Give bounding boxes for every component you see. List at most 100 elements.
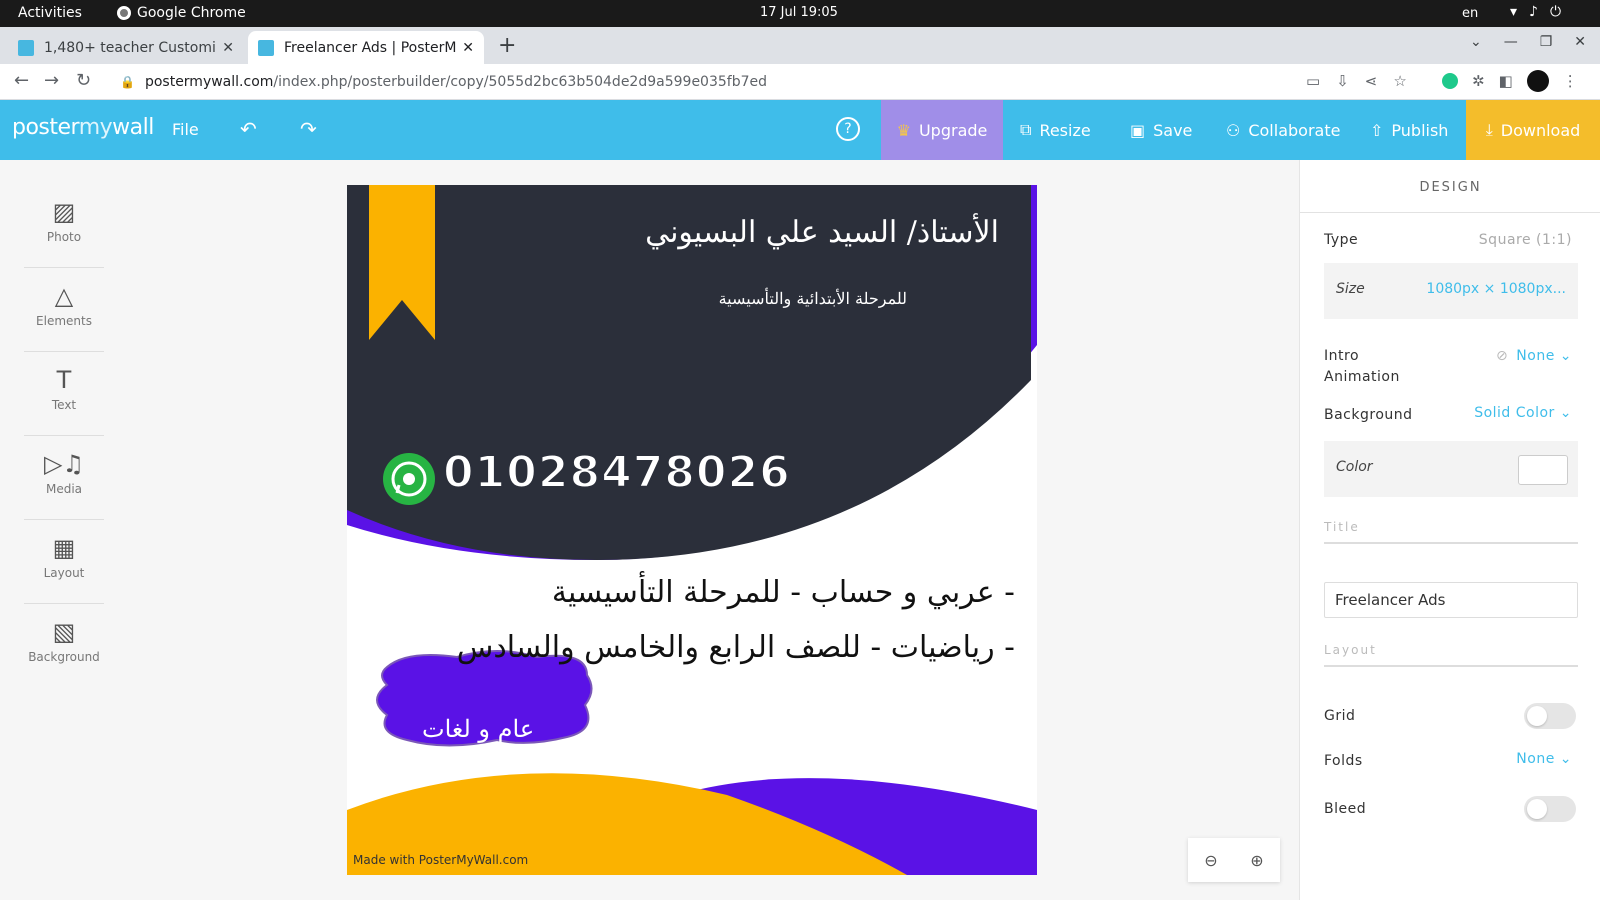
tab-teacher[interactable]: 1,480+ teacher Customiza ✕: [8, 31, 244, 64]
text-icon: T: [56, 366, 72, 394]
tab-bar: 1,480+ teacher Customiza ✕ Freelancer Ad…: [0, 27, 1600, 64]
postermywall-logo[interactable]: postermywall: [12, 115, 154, 140]
resize-button[interactable]: ⧉ Resize: [1020, 100, 1091, 160]
forward-icon[interactable]: →: [44, 70, 59, 91]
chevron-down-icon: ⌄: [1559, 348, 1572, 364]
activities-button[interactable]: Activities: [18, 5, 82, 21]
tool-label: Photo: [46, 230, 82, 244]
bleed-toggle[interactable]: [1524, 796, 1576, 822]
layout-icon: ▦: [52, 534, 76, 562]
crown-icon: ♛: [896, 120, 911, 140]
collaborate-button[interactable]: ⚇ Collaborate: [1226, 100, 1340, 160]
redo-icon[interactable]: ↷: [300, 117, 317, 141]
resize-icon: ⧉: [1020, 120, 1032, 139]
new-tab-button[interactable]: +: [498, 33, 516, 58]
grammarly-icon[interactable]: [1442, 73, 1458, 89]
stage-subtitle-text[interactable]: للمرحلة الأبتدائية والتأسيسية: [719, 289, 907, 308]
phone-number-text[interactable]: 01028478026: [442, 446, 791, 499]
tool-text[interactable]: T Text: [24, 352, 104, 436]
title-input[interactable]: Freelancer Ads: [1324, 582, 1578, 618]
share-icon[interactable]: ⋖: [1365, 72, 1378, 90]
puzzle-icon[interactable]: ✲: [1472, 72, 1485, 90]
tab-search-icon[interactable]: ⌄: [1470, 34, 1482, 50]
tool-photo[interactable]: ▨ Photo: [24, 184, 104, 268]
close-tab-icon[interactable]: ✕: [222, 40, 234, 56]
whatsapp-glyph: [391, 461, 427, 497]
lock-icon[interactable]: 🔒: [120, 75, 135, 89]
bookmark-star-icon[interactable]: ☆: [1393, 72, 1406, 90]
chevron-down-icon: ⌄: [1559, 751, 1572, 767]
tool-elements[interactable]: △ Elements: [24, 268, 104, 352]
tool-media[interactable]: ▷♫ Media: [24, 436, 104, 520]
whatsapp-icon[interactable]: [383, 453, 435, 505]
download-button[interactable]: ⤓ Download: [1466, 100, 1600, 160]
postermywall-favicon-icon: [258, 39, 274, 56]
clipboard-icon[interactable]: ▭: [1306, 72, 1320, 90]
shapes-icon: △: [54, 282, 74, 310]
intro-animation-select[interactable]: ⊘ None ⌄: [1496, 348, 1572, 364]
language-indicator[interactable]: en: [1462, 6, 1478, 21]
design-panel-heading: DESIGN: [1419, 180, 1482, 195]
cloud-label-text[interactable]: عام و لغات: [422, 715, 534, 743]
add-user-icon: ⚇: [1226, 120, 1241, 140]
color-label: Color: [1336, 459, 1373, 475]
minimize-icon[interactable]: —: [1504, 34, 1518, 50]
subject-line-1[interactable]: - عربي و حساب - للمرحلة التأسيسية: [552, 575, 1015, 610]
logo-part: wall: [112, 115, 154, 140]
collaborate-label: Collaborate: [1248, 120, 1341, 140]
folds-value: None: [1516, 751, 1555, 767]
file-menu[interactable]: File: [172, 120, 199, 139]
back-icon[interactable]: ←: [14, 70, 29, 91]
tool-background[interactable]: ▧ Background: [24, 604, 104, 688]
reload-icon[interactable]: ↻: [76, 70, 91, 91]
size-value[interactable]: 1080px × 1080px...: [1426, 281, 1566, 297]
more-menu-icon[interactable]: ⋮: [1563, 72, 1578, 90]
watermark-text: Made with PosterMyWall.com: [353, 853, 529, 867]
volume-icon: ♪: [1529, 4, 1538, 20]
subject-line-2[interactable]: - رياضيات - للصف الرابع والخامس والسادس: [457, 630, 1015, 665]
help-icon[interactable]: ?: [836, 117, 860, 141]
folds-select[interactable]: None ⌄: [1516, 751, 1572, 767]
upgrade-button[interactable]: ♛ Upgrade: [881, 100, 1003, 160]
grid-toggle[interactable]: [1524, 703, 1576, 729]
publish-button[interactable]: ⇧ Publish: [1370, 100, 1448, 160]
close-window-icon[interactable]: ✕: [1574, 34, 1586, 50]
url-input[interactable]: 🔒 postermywall.com/index.php/posterbuild…: [110, 68, 1410, 96]
side-panel-icon[interactable]: ◧: [1499, 72, 1513, 90]
logo-part: my: [78, 115, 113, 140]
tool-label: Background: [28, 650, 100, 664]
tab-freelancer-ads[interactable]: Freelancer Ads | PosterMy ✕: [248, 31, 484, 64]
poster-canvas[interactable]: الأستاذ/ السيد علي البسيوني للمرحلة الأب…: [347, 185, 1037, 875]
profile-avatar[interactable]: [1526, 70, 1549, 92]
system-tray[interactable]: ▾ ♪ ⏻: [1510, 4, 1561, 20]
download-label: Download: [1500, 120, 1581, 140]
title-section-heading: Title: [1324, 520, 1578, 544]
address-actions: ▭ ⇩ ⋖ ☆: [1306, 72, 1407, 90]
undo-icon[interactable]: ↶: [240, 117, 257, 141]
animation-label: Animation: [1324, 369, 1400, 385]
zoom-in-icon[interactable]: ⊕: [1250, 851, 1263, 870]
tool-layout[interactable]: ▦ Layout: [24, 520, 104, 604]
intro-animation-value: None: [1516, 348, 1555, 364]
background-select[interactable]: Solid Color ⌄: [1474, 405, 1572, 421]
zoom-out-icon[interactable]: ⊖: [1204, 851, 1217, 870]
maximize-icon[interactable]: ❐: [1540, 34, 1553, 50]
upload-icon: ⇧: [1370, 120, 1384, 140]
close-tab-icon[interactable]: ✕: [462, 40, 474, 56]
resize-label: Resize: [1039, 120, 1091, 140]
app-menu[interactable]: Google Chrome: [117, 5, 246, 21]
clock[interactable]: 17 Jul 19:05: [760, 5, 838, 20]
install-icon[interactable]: ⇩: [1336, 72, 1349, 90]
save-button[interactable]: ▣ Save: [1130, 100, 1192, 160]
power-icon: ⏻: [1549, 4, 1562, 20]
color-swatch[interactable]: [1518, 455, 1568, 485]
save-label: Save: [1153, 120, 1193, 140]
tool-label: Elements: [36, 314, 92, 328]
chevron-down-icon: ⌄: [1559, 405, 1572, 421]
extensions-area: ✲ ◧ ⋮: [1442, 70, 1578, 92]
publish-label: Publish: [1391, 120, 1449, 140]
app-name: Google Chrome: [137, 5, 246, 21]
url-domain: postermywall.com: [144, 74, 274, 90]
teacher-name-text[interactable]: الأستاذ/ السيد علي البسيوني: [645, 215, 999, 250]
size-box[interactable]: Size 1080px × 1080px...: [1324, 263, 1578, 319]
